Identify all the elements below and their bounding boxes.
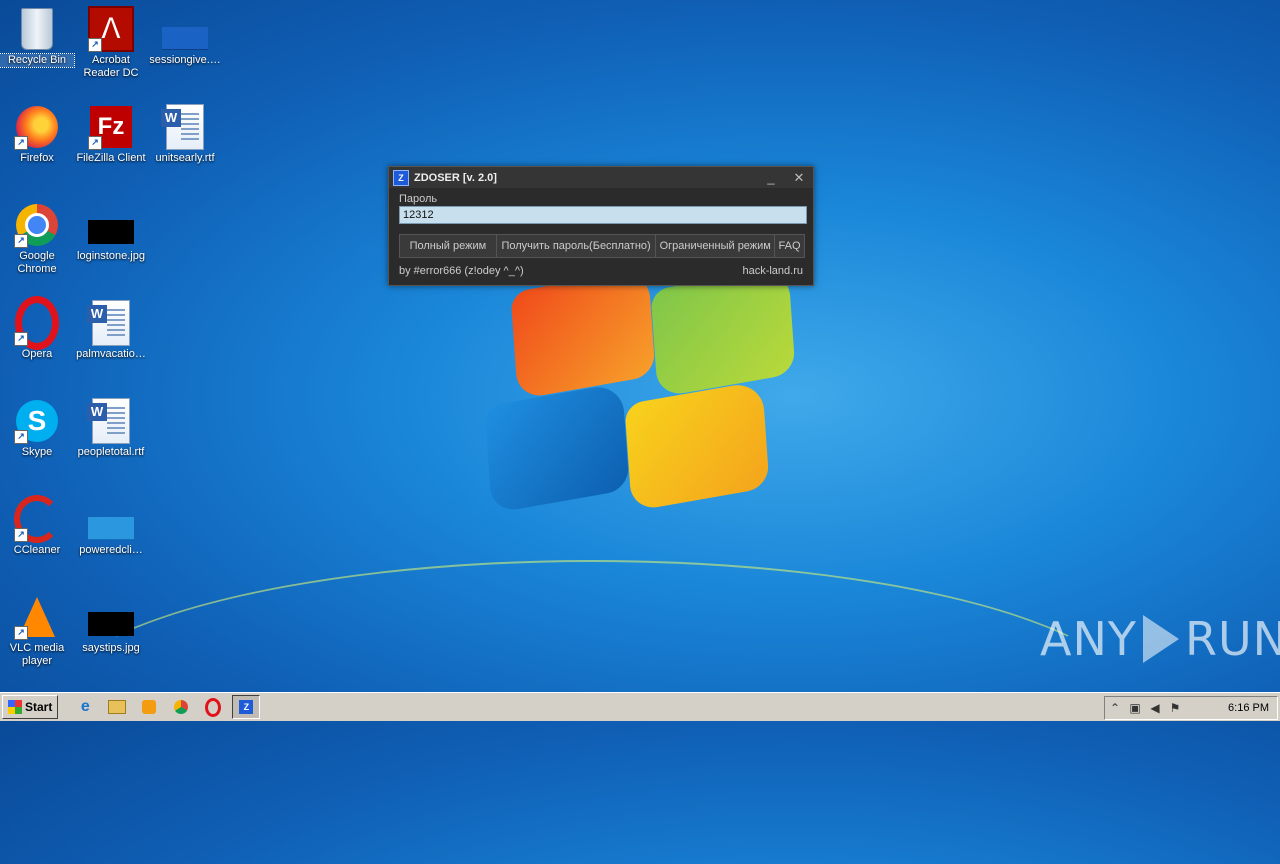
shortcut-arrow-icon: ↗ [14, 234, 28, 248]
get-password-button[interactable]: Получить пароль(Бесплатно) [496, 235, 657, 257]
limited-mode-button[interactable]: Ограниченный режим [656, 235, 776, 257]
shortcut-arrow-icon: ↗ [14, 626, 28, 640]
shortcut-arrow-icon: ↗ [14, 430, 28, 444]
desktop-icon-firefox[interactable]: ↗ Firefox [0, 104, 74, 165]
window-titlebar[interactable]: Z ZDOSER [v. 2.0] _ ✕ [389, 167, 813, 188]
ccleaner-icon: ↗ [14, 495, 60, 543]
shortcut-arrow-icon: ↗ [14, 332, 28, 346]
desktop-icon-palmvacation[interactable]: W palmvacatio… [74, 300, 148, 361]
desktop-icon-acrobat[interactable]: ᐱ ↗ Acrobat Reader DC [74, 6, 148, 80]
site-link[interactable]: hack-land.ru [742, 265, 803, 277]
vlc-icon: ↗ [14, 594, 60, 640]
shortcut-arrow-icon: ↗ [88, 38, 102, 52]
minimize-button[interactable]: _ [757, 170, 785, 185]
password-input[interactable]: 12312 [399, 206, 807, 224]
zdoser-app-icon: Z [393, 169, 409, 186]
internet-explorer-icon[interactable]: e [72, 696, 98, 718]
password-label: Пароль [399, 193, 438, 205]
desktop-icon-saystips[interactable]: saystips.jpg [74, 594, 148, 655]
chrome-icon[interactable] [168, 696, 194, 718]
system-tray: ⌃ ▣ ◀ ⚑ 6:16 PM [1104, 696, 1278, 720]
zdoser-window: Z ZDOSER [v. 2.0] _ ✕ Пароль 12312 Полны… [388, 166, 814, 286]
word-doc-icon: W [161, 104, 208, 150]
desktop-icon-poweredcli[interactable]: poweredcli… [74, 496, 148, 557]
desktop-icon-filezilla[interactable]: Fz ↗ FileZilla Client [74, 104, 148, 165]
desktop-icon-vlc[interactable]: ↗ VLC media player [0, 594, 74, 668]
close-button[interactable]: ✕ [785, 170, 813, 186]
volume-icon[interactable]: ◀ [1145, 701, 1165, 715]
full-mode-button[interactable]: Полный режим [400, 235, 497, 257]
opera-icon[interactable] [200, 696, 226, 718]
desktop-icon-chrome[interactable]: ↗ Google Chrome [0, 202, 74, 276]
desktop-icon-opera[interactable]: ↗ Opera [0, 296, 74, 361]
tray-expand-icon[interactable]: ⌃ [1105, 701, 1125, 715]
mode-button-row: Полный режим Получить пароль(Бесплатно) … [399, 234, 805, 258]
zdoser-taskbar-icon[interactable]: Z [232, 695, 261, 719]
image-file-icon [88, 594, 134, 640]
image-file-icon [162, 6, 208, 52]
file-explorer-icon[interactable] [104, 696, 130, 718]
watermark-right-text: RUN [1184, 612, 1280, 666]
watermark-left-text: ANY [1040, 612, 1137, 666]
network-icon[interactable]: ▣ [1125, 701, 1145, 715]
faq-button[interactable]: FAQ [775, 235, 804, 257]
window-title: ZDOSER [v. 2.0] [414, 171, 497, 184]
shortcut-arrow-icon: ↗ [14, 528, 28, 542]
filezilla-icon: Fz ↗ [88, 104, 134, 150]
word-doc-icon: W [87, 398, 134, 444]
anyrun-watermark: ANY RUN [1040, 612, 1280, 666]
image-file-icon [88, 496, 134, 542]
desktop-icon-peopletotal[interactable]: W peopletotal.rtf [74, 398, 148, 459]
word-doc-icon: W [87, 300, 134, 346]
clock[interactable]: 6:16 PM [1228, 702, 1269, 714]
action-center-flag-icon[interactable]: ⚑ [1165, 701, 1185, 715]
author-credit: by #error666 (z!odey ^_^) [399, 265, 524, 277]
desktop-icon-skype[interactable]: S ↗ Skype [0, 398, 74, 459]
firefox-icon: ↗ [14, 104, 60, 150]
image-file-icon [88, 202, 134, 248]
skype-icon: S ↗ [14, 398, 60, 444]
start-label: Start [25, 700, 53, 714]
opera-icon: ↗ [14, 296, 60, 350]
desktop-icon-ccleaner[interactable]: ↗ CCleaner [0, 495, 74, 557]
desktop-icon-unitsearly[interactable]: W unitsearly.rtf [148, 104, 222, 165]
chrome-icon: ↗ [14, 202, 60, 248]
desktop-icon-recycle-bin[interactable]: Recycle Bin [0, 6, 75, 68]
media-player-icon[interactable] [136, 696, 162, 718]
wallpaper-windows-logo [478, 266, 798, 518]
desktop-icon-sessiongive[interactable]: sessiongive.… [148, 6, 222, 67]
acrobat-icon: ᐱ ↗ [88, 6, 134, 52]
shortcut-arrow-icon: ↗ [14, 136, 28, 150]
taskbar: Start e Z ⌃ ▣ ◀ ⚑ 6:16 PM [0, 692, 1280, 721]
windows-flag-icon [8, 700, 22, 714]
recycle-bin-icon [14, 6, 60, 52]
desktop-icon-loginstone[interactable]: loginstone.jpg [74, 202, 148, 263]
shortcut-arrow-icon: ↗ [88, 136, 102, 150]
start-button[interactable]: Start [2, 695, 59, 719]
play-icon [1142, 615, 1179, 663]
